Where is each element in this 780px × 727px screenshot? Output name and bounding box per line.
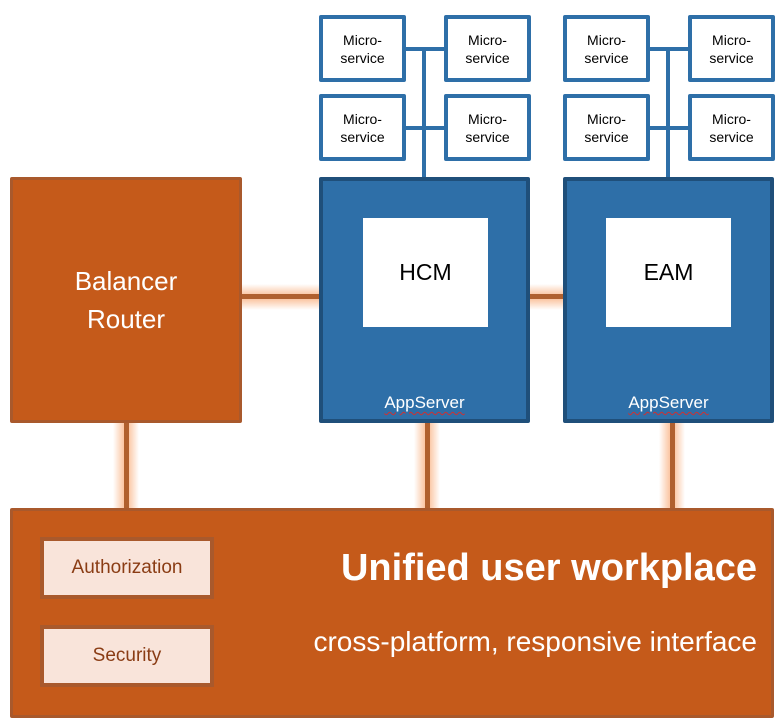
hcm-eam-connector <box>529 294 563 299</box>
unified-workplace-box: Authorization Security Unified user work… <box>10 508 774 718</box>
appserver-eam: EAM AppServer <box>563 177 774 423</box>
security-label: Security <box>92 645 162 666</box>
workplace-title: Unified user workplace <box>340 547 757 589</box>
microservice-label: Micro- service <box>340 110 385 145</box>
balancer-router-label: Balancer Router <box>74 266 178 334</box>
hcm-microservice-bus <box>422 48 426 178</box>
microservice-label: Micro- service <box>465 31 510 66</box>
security-box: Security <box>40 625 214 687</box>
microservice-label: Micro- service <box>584 31 629 66</box>
microservice-box: Micro- service <box>563 15 650 82</box>
hcm-bus-branch-bottom <box>405 126 445 130</box>
workplace-subtitle: cross-platform, responsive interface <box>313 626 757 657</box>
eam-microservice-bus <box>666 48 670 178</box>
authorization-box: Authorization <box>40 537 214 599</box>
hcm-bus-branch-top <box>405 47 445 51</box>
microservice-box: Micro- service <box>688 15 775 82</box>
eam-workplace-connector <box>670 423 675 508</box>
hcm-workplace-connector <box>425 423 430 508</box>
microservice-box: Micro- service <box>444 94 531 161</box>
appserver-hcm: HCM AppServer <box>319 177 530 423</box>
balancer-router-box: Balancer Router <box>10 177 242 423</box>
eam-bus-branch-top <box>649 47 689 51</box>
microservice-box: Micro- service <box>688 94 775 161</box>
appserver-label: AppServer <box>628 393 709 412</box>
eam-module-box: EAM <box>606 218 731 327</box>
eam-bus-branch-bottom <box>649 126 689 130</box>
microservice-label: Micro- service <box>709 31 754 66</box>
eam-module-label: EAM <box>643 259 694 285</box>
microservice-label: Micro- service <box>465 110 510 145</box>
hcm-module-label: HCM <box>399 259 452 285</box>
router-hcm-connector <box>242 294 320 299</box>
hcm-module-box: HCM <box>363 218 488 327</box>
microservice-label: Micro- service <box>340 31 385 66</box>
router-workplace-connector <box>124 423 129 508</box>
microservice-box: Micro- service <box>563 94 650 161</box>
appserver-label: AppServer <box>384 393 465 412</box>
microservice-box: Micro- service <box>319 94 406 161</box>
microservice-label: Micro- service <box>584 110 629 145</box>
microservice-box: Micro- service <box>319 15 406 82</box>
microservice-box: Micro- service <box>444 15 531 82</box>
authorization-label: Authorization <box>71 557 183 578</box>
microservice-label: Micro- service <box>709 110 754 145</box>
